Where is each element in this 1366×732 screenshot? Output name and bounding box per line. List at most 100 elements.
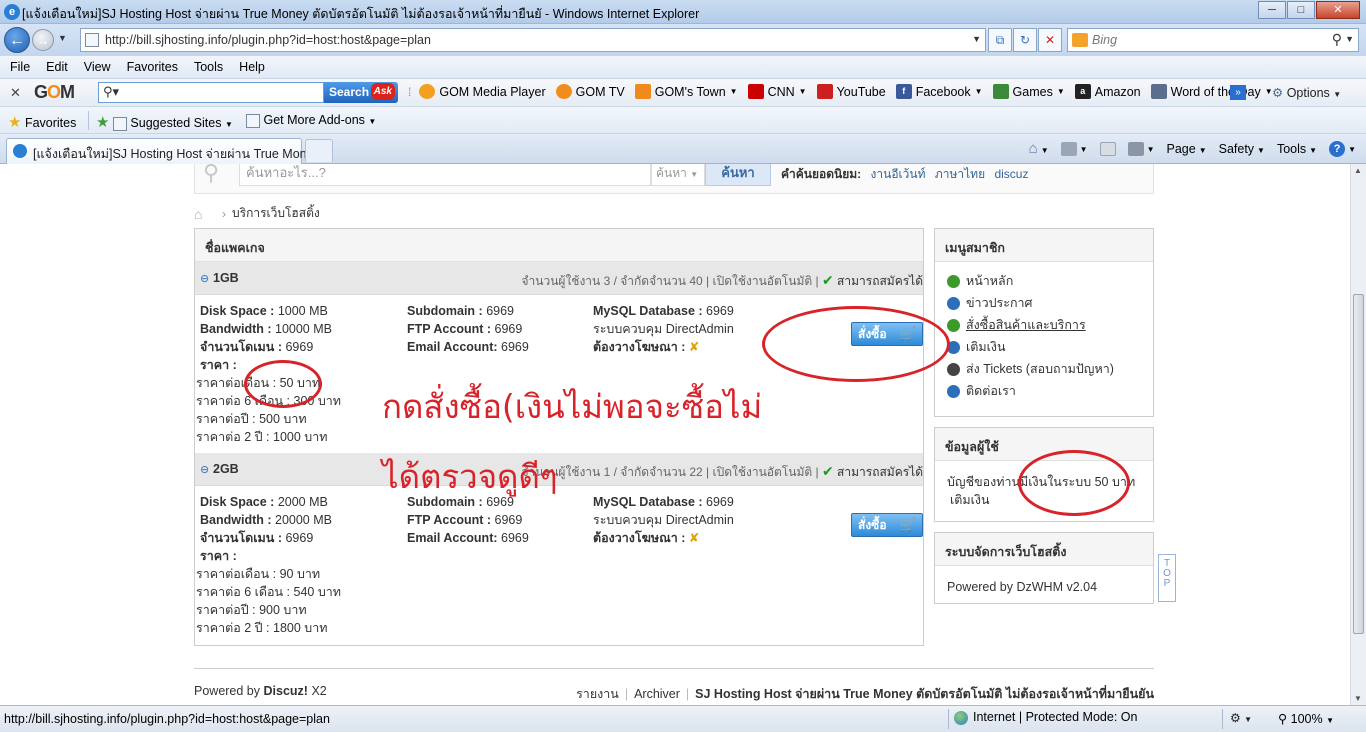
chevron-down-icon[interactable]: ▼ (730, 87, 738, 96)
security-zone[interactable]: Internet | Protected Mode: On (954, 710, 1137, 725)
member-menu-news[interactable]: ข่าวประกาศ (947, 292, 1143, 314)
hot-keyword-link[interactable]: discuz (994, 167, 1028, 181)
hot-keyword-link[interactable]: งานอีเว้นท์ (871, 167, 926, 181)
get-more-addons-link[interactable]: Get More Add-ons ▼ (246, 113, 376, 128)
protected-mode-icon[interactable]: ⚙ ▼ (1230, 711, 1252, 725)
gom-options-button[interactable]: ⚙ Options ▼ (1272, 85, 1341, 100)
member-menu-contact[interactable]: ติดต่อเรา (947, 380, 1143, 402)
address-dropdown-icon[interactable]: ▼ (972, 34, 981, 44)
menu-edit[interactable]: Edit (46, 60, 68, 74)
close-toolbar-icon[interactable]: ✕ (10, 85, 21, 101)
gom-link-amazon[interactable]: a Amazon (1074, 84, 1141, 99)
order-button[interactable]: สั่งซื้อ 🛒 (851, 513, 923, 537)
gom-link-goms-town[interactable]: GOM's Town ▼ (634, 84, 738, 99)
help-button[interactable]: ? ▼ (1329, 140, 1356, 157)
discuz-link[interactable]: Discuz! (264, 684, 308, 698)
compatibility-view-icon[interactable]: ⧉ (988, 28, 1012, 52)
menu-favorites[interactable]: Favorites (127, 60, 178, 74)
suggested-sites-link[interactable]: ★ Suggested Sites ▼ (96, 113, 233, 131)
bing-search-box[interactable]: Bing ⚲ ▼ (1067, 28, 1359, 52)
chevron-down-icon[interactable]: ▼ (975, 87, 983, 96)
gom-link-cnn[interactable]: CNN ▼ (747, 84, 807, 99)
safety-menu[interactable]: Safety ▼ (1219, 142, 1265, 156)
collapse-icon[interactable]: ⊖ (200, 272, 209, 285)
member-menu-home[interactable]: หน้าหลัก (947, 270, 1143, 292)
menu-file[interactable]: File (10, 60, 30, 74)
cart-icon: 🛒 (899, 517, 916, 532)
tools-menu[interactable]: Tools ▼ (1277, 142, 1317, 156)
zoom-level[interactable]: ⚲ 100% ▼ (1278, 711, 1334, 726)
forward-button[interactable]: → (32, 29, 54, 51)
chevron-down-icon[interactable]: ▼ (799, 87, 807, 96)
rss-icon (1060, 141, 1077, 156)
footer-report-link[interactable]: รายงาน (576, 687, 619, 701)
scroll-up-icon[interactable]: ▲ (1354, 166, 1362, 175)
hot-keyword-link[interactable]: ภาษาไทย (935, 167, 985, 181)
collapse-icon[interactable]: ⊖ (200, 463, 209, 476)
back-button[interactable]: ← (4, 27, 30, 53)
menu-view[interactable]: View (84, 60, 111, 74)
member-menu-topup[interactable]: เติมเงิน (947, 336, 1143, 358)
package-users-count: จำนวนผู้ใช้งาน 3 / จำกัดจำนวน 40 (521, 274, 703, 288)
site-search-input[interactable]: ค้นหาอะไร...? (239, 164, 651, 186)
footer-site-name[interactable]: SJ Hosting Host จ่ายผ่าน True Money ตัดบ… (695, 687, 1154, 701)
tab-active[interactable]: [แจ้งเตือนใหม่]SJ Hosting Host จ่ายผ่าน … (6, 138, 324, 164)
gom-link-gom-media-player[interactable]: GOM Media Player (419, 84, 546, 99)
home-button[interactable]: ⌂ ▼ (1029, 140, 1049, 157)
mail-button[interactable] (1099, 141, 1116, 156)
gom-link-word-of-the-day[interactable]: Word of the Day ▼ (1150, 84, 1273, 99)
stop-icon[interactable]: ✕ (1038, 28, 1062, 52)
more-links-icon[interactable]: » (1230, 85, 1246, 100)
member-menu-order[interactable]: สั่งซื้อสินค้าและบริการ (947, 314, 1143, 336)
member-menu-label: เติมเงิน (966, 340, 1006, 354)
grip-icon[interactable]: ⁞ (408, 85, 411, 99)
package-status: จำนวนผู้ใช้งาน 3 / จำกัดจำนวน 40 | เปิดใ… (521, 272, 924, 288)
gom-search-button-label: Search (329, 85, 370, 99)
refresh-icon[interactable]: ↻ (1013, 28, 1037, 52)
gom-link-games[interactable]: Games ▼ (992, 84, 1065, 99)
gom-search-input[interactable]: ⚲▾ (98, 82, 324, 103)
bing-search-placeholder[interactable]: Bing (1092, 33, 1117, 47)
email-value: 6969 (501, 531, 529, 545)
minimize-button[interactable]: ─ (1258, 1, 1286, 19)
print-button[interactable]: ▼ (1127, 141, 1155, 156)
gom-toolbar: ✕ GOM ⚲▾ Search Ask ⁞ GOM Media Player G… (0, 79, 1366, 107)
address-url[interactable]: http://bill.sjhosting.info/plugin.php?id… (105, 33, 431, 47)
close-button[interactable]: ✕ (1316, 1, 1360, 19)
package-header: ⊖ 2GB จำนวนผู้ใช้งาน 1 / จำกัดจำนวน 22 |… (195, 453, 923, 486)
gom-link-youtube[interactable]: YouTube (816, 84, 886, 99)
search-dropdown-icon[interactable]: ▼ (1345, 34, 1354, 44)
breadcrumb-current[interactable]: บริการเว็บโฮสติ้ง (232, 204, 320, 223)
package-body: Disk Space : 2000 MB Bandwidth : 20000 M… (195, 486, 923, 644)
search-category-select[interactable]: ค้นหา ▼ (651, 164, 705, 186)
footer-archiver-link[interactable]: Archiver (634, 687, 680, 701)
gom-search-button[interactable]: Search Ask (324, 82, 398, 103)
menu-tools[interactable]: Tools (194, 60, 223, 74)
home-icon[interactable]: ⌂ (194, 207, 210, 221)
member-menu-tickets[interactable]: ส่ง Tickets (สอบถามปัญหา) (947, 358, 1143, 380)
chevron-down-icon: ▼ (1146, 145, 1155, 155)
home-icon: ⌂ (1028, 140, 1038, 157)
scroll-down-icon[interactable]: ▼ (1354, 694, 1362, 703)
feeds-button[interactable]: ▼ (1060, 141, 1088, 156)
address-bar[interactable]: http://bill.sjhosting.info/plugin.php?id… (80, 28, 986, 52)
search-icon[interactable]: ⚲ (1332, 31, 1342, 48)
window-controls: ─ □ ✕ (1258, 1, 1360, 19)
recent-pages-dropdown[interactable]: ▼ (58, 33, 67, 43)
menu-help[interactable]: Help (239, 60, 265, 74)
chevron-down-icon[interactable]: ▼ (1057, 87, 1065, 96)
back-to-top-button[interactable]: T O P (1158, 554, 1176, 602)
suggested-sites-label: Suggested Sites (130, 116, 222, 130)
vertical-scrollbar[interactable]: ▲ ▼ (1350, 164, 1366, 705)
site-search-button[interactable]: ค้นหา (705, 164, 771, 186)
favorites-button[interactable]: ★ Favorites (8, 113, 76, 131)
maximize-button[interactable]: □ (1287, 1, 1315, 19)
order-button-label: สั่งซื้อ (858, 518, 887, 532)
gom-link-facebook[interactable]: f Facebook ▼ (895, 84, 983, 99)
new-tab-button[interactable] (305, 139, 333, 162)
page-menu[interactable]: Page ▼ (1166, 142, 1206, 156)
gom-link-label: GOM TV (575, 84, 625, 99)
scroll-thumb[interactable] (1353, 294, 1364, 634)
gom-link-gom-tv[interactable]: GOM TV (555, 84, 625, 99)
page-content: ⚲ ค้นหาอะไร...? ค้นหา ▼ ค้นหา คำค้นยอดนิ… (0, 164, 1350, 705)
